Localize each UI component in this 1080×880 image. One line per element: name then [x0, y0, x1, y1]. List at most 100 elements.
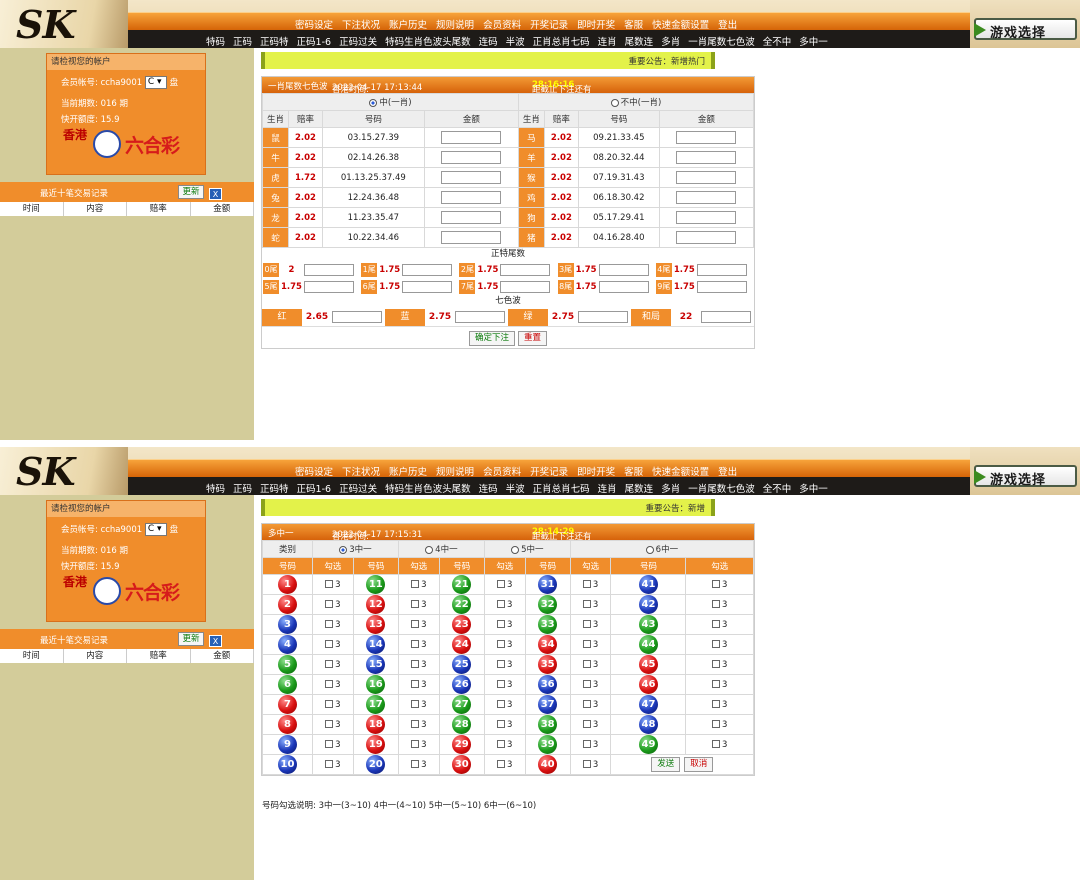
nav-bottom-1[interactable]: 正码 [233, 481, 252, 495]
nav-top-6[interactable]: 即时开奖 [577, 464, 615, 478]
plate-select[interactable]: C ▾ [144, 523, 167, 536]
pick-checkbox-41[interactable] [712, 580, 720, 588]
pick-checkbox-32[interactable] [582, 600, 591, 608]
game-select-button[interactable]: 游戏选择 [974, 465, 1077, 488]
pick-checkbox-1[interactable] [325, 580, 334, 588]
radio-hit[interactable] [369, 98, 378, 107]
category-5[interactable]: 5中一 [483, 540, 571, 558]
pick-checkbox-46[interactable] [712, 680, 720, 688]
tail-amount-input-1[interactable] [402, 263, 453, 276]
nav-top-9[interactable]: 登出 [718, 464, 737, 478]
nav-bottom-13[interactable]: 全不中 [763, 481, 792, 495]
nav-bottom-5[interactable]: 特码生肖色波头尾数 [385, 34, 471, 48]
update-button[interactable]: 更新 [178, 632, 204, 646]
nav-bottom-12[interactable]: 一肖尾数七色波 [688, 481, 755, 495]
pick-checkbox-16[interactable] [411, 680, 420, 688]
tail-amount-input-0[interactable] [304, 263, 354, 276]
pick-checkbox-33[interactable] [582, 620, 591, 628]
pick-checkbox-27[interactable] [496, 700, 505, 708]
nav-bottom-3[interactable]: 正码1-6 [297, 34, 332, 48]
nav-bottom-9[interactable]: 连肖 [598, 481, 617, 495]
pick-checkbox-40[interactable] [582, 760, 591, 768]
nav-bottom-9[interactable]: 连肖 [598, 34, 617, 48]
pick-checkbox-14[interactable] [411, 640, 420, 648]
amount-input-left-0[interactable] [441, 131, 502, 144]
pick-checkbox-4[interactable] [325, 640, 334, 648]
nav-bottom-11[interactable]: 多肖 [661, 481, 680, 495]
pick-checkbox-48[interactable] [712, 720, 720, 728]
pick-checkbox-43[interactable] [712, 620, 720, 628]
pick-checkbox-35[interactable] [582, 660, 591, 668]
pick-checkbox-26[interactable] [496, 680, 505, 688]
amount-input-right-3[interactable] [676, 191, 737, 204]
category-4[interactable]: 4中一 [397, 540, 485, 558]
pick-checkbox-44[interactable] [712, 640, 720, 648]
pick-checkbox-19[interactable] [411, 740, 420, 748]
nav-top-2[interactable]: 账户历史 [389, 17, 427, 31]
nav-bottom-5[interactable]: 特码生肖色波头尾数 [385, 481, 471, 495]
pick-checkbox-5[interactable] [325, 660, 334, 668]
pick-checkbox-31[interactable] [582, 580, 591, 588]
nav-bottom-6[interactable]: 连码 [479, 481, 498, 495]
nav-top-3[interactable]: 规则说明 [436, 17, 474, 31]
pick-checkbox-24[interactable] [496, 640, 505, 648]
nav-top-0[interactable]: 密码设定 [295, 464, 333, 478]
tail-amount-input-5[interactable] [304, 280, 354, 293]
pick-checkbox-3[interactable] [325, 620, 334, 628]
amount-input-right-1[interactable] [676, 151, 737, 164]
nav-bottom-2[interactable]: 正码特 [260, 481, 289, 495]
update-button[interactable]: 更新 [178, 185, 204, 199]
tail-amount-input-6[interactable] [402, 280, 453, 293]
nav-bottom-10[interactable]: 尾数连 [625, 481, 654, 495]
nav-top-1[interactable]: 下注状况 [342, 464, 380, 478]
category-6[interactable]: 6中一 [569, 540, 755, 558]
radio-cat-3[interactable] [339, 545, 348, 554]
pick-checkbox-34[interactable] [582, 640, 591, 648]
tail-amount-input-2[interactable] [500, 263, 551, 276]
nav-bottom-7[interactable]: 半波 [506, 481, 525, 495]
pick-checkbox-8[interactable] [325, 720, 334, 728]
nav-bottom-0[interactable]: 特码 [206, 481, 225, 495]
nav-bottom-0[interactable]: 特码 [206, 34, 225, 48]
nav-top-6[interactable]: 即时开奖 [577, 17, 615, 31]
nav-bottom-6[interactable]: 连码 [479, 34, 498, 48]
amount-input-left-1[interactable] [441, 151, 502, 164]
radio-miss[interactable] [610, 98, 619, 107]
amount-input-right-5[interactable] [676, 231, 737, 244]
nav-bottom-14[interactable]: 多中一 [799, 34, 828, 48]
amount-input-left-4[interactable] [441, 211, 502, 224]
nav-top-0[interactable]: 密码设定 [295, 17, 333, 31]
send-button[interactable]: 发送 [651, 757, 681, 772]
pick-checkbox-2[interactable] [325, 600, 334, 608]
tail-amount-input-3[interactable] [598, 263, 649, 276]
pick-checkbox-9[interactable] [325, 740, 334, 748]
confirm-bet-button[interactable]: 确定下注 [469, 331, 516, 346]
category-3[interactable]: 3中一 [312, 540, 399, 558]
pick-checkbox-11[interactable] [411, 580, 420, 588]
pick-checkbox-30[interactable] [496, 760, 505, 768]
nav-bottom-8[interactable]: 正肖总肖七码 [533, 481, 590, 495]
pick-checkbox-28[interactable] [496, 720, 505, 728]
game-select-button[interactable]: 游戏选择 [974, 18, 1077, 41]
amount-input-left-5[interactable] [441, 231, 502, 244]
radio-cat-5[interactable] [511, 545, 520, 554]
nav-bottom-13[interactable]: 全不中 [763, 34, 792, 48]
nav-bottom-12[interactable]: 一肖尾数七色波 [688, 34, 755, 48]
nav-top-4[interactable]: 会员资料 [483, 17, 521, 31]
nav-top-8[interactable]: 快速金额设置 [652, 464, 709, 478]
amount-input-left-2[interactable] [441, 171, 502, 184]
radio-cat-4[interactable] [425, 545, 434, 554]
pick-checkbox-17[interactable] [411, 700, 420, 708]
nav-top-5[interactable]: 开奖记录 [530, 464, 568, 478]
nav-top-8[interactable]: 快速金额设置 [652, 17, 709, 31]
pick-checkbox-45[interactable] [712, 660, 720, 668]
color-amount-input-3[interactable] [701, 311, 751, 323]
pick-checkbox-20[interactable] [411, 760, 420, 768]
plate-select[interactable]: C ▾ [144, 76, 167, 89]
nav-top-1[interactable]: 下注状况 [342, 17, 380, 31]
nav-top-3[interactable]: 规则说明 [436, 464, 474, 478]
pick-checkbox-21[interactable] [496, 580, 505, 588]
nav-top-5[interactable]: 开奖记录 [530, 17, 568, 31]
reset-button[interactable]: 重置 [518, 331, 548, 346]
nav-bottom-4[interactable]: 正码过关 [339, 34, 377, 48]
